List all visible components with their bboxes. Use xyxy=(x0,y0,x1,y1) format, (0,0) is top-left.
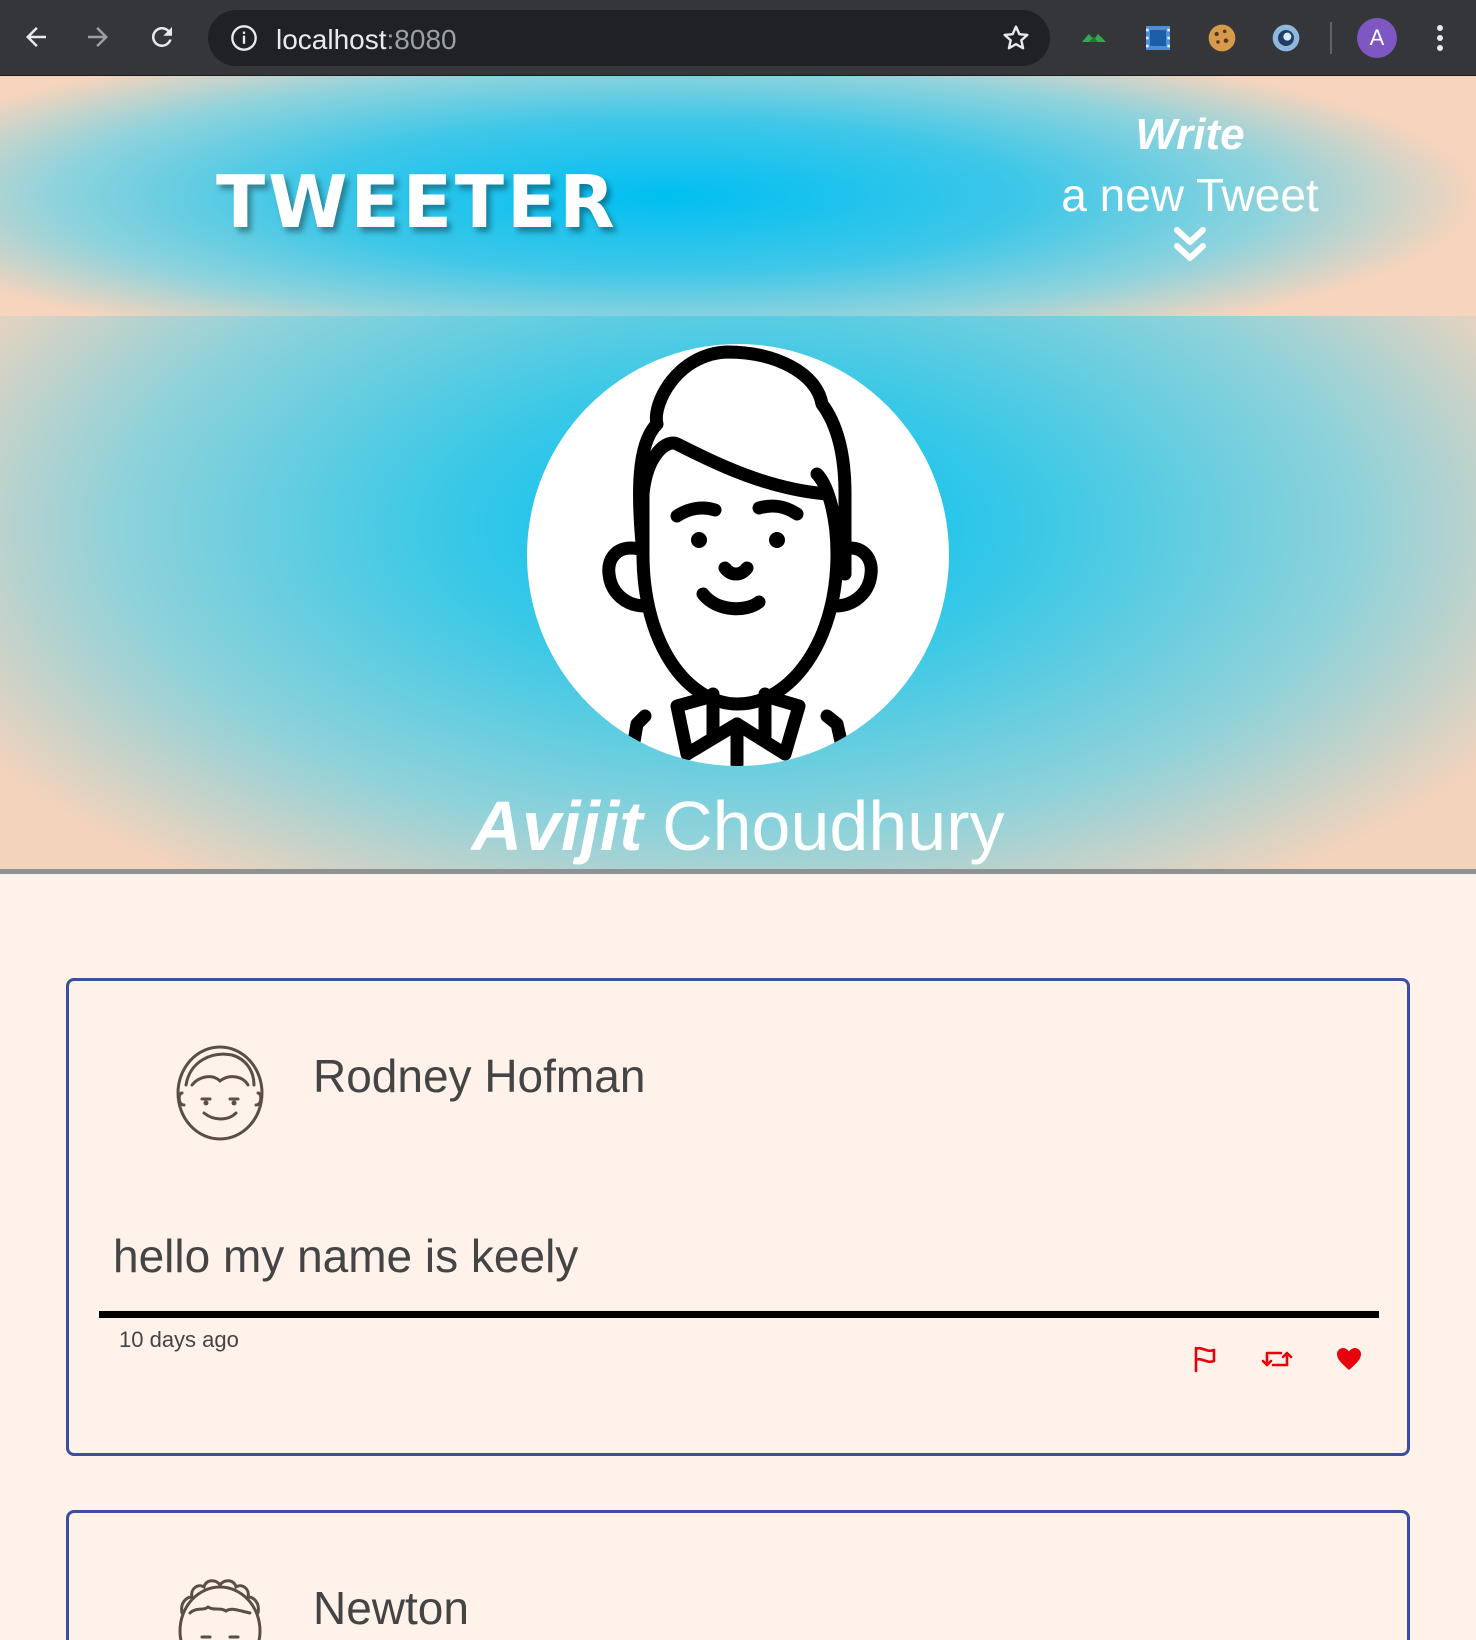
reload-icon xyxy=(151,26,172,47)
curly-hair-face-icon xyxy=(178,1579,262,1640)
tweet-timestamp: 10 days ago xyxy=(119,1327,239,1352)
profile-person-icon xyxy=(602,345,878,766)
flag-icon[interactable] xyxy=(1187,1343,1223,1375)
profile-name: Avijit Choudhury xyxy=(0,786,1476,866)
reload-button[interactable] xyxy=(142,17,182,57)
tweet-author-name: Newton xyxy=(313,1582,469,1634)
profile-avatar xyxy=(527,344,949,766)
tweet-author-name: Rodney Hofman xyxy=(313,1050,646,1102)
tweet-divider xyxy=(99,1311,1379,1318)
double-chevron-down-icon xyxy=(1174,227,1206,261)
compose-write-label: Write xyxy=(1135,110,1245,159)
bookmark-star-icon[interactable] xyxy=(1000,22,1032,59)
heart-icon[interactable] xyxy=(1331,1343,1367,1375)
url-text: localhost:8080 xyxy=(276,24,457,56)
tweet-card: Rodney Hofman hello my name is keely 10 … xyxy=(66,978,1410,1456)
user-face-icon xyxy=(176,1045,264,1141)
profile-avatar-button[interactable]: A xyxy=(1357,18,1397,58)
profile-last-name: Choudhury xyxy=(662,787,1005,865)
site-info-icon[interactable] xyxy=(230,24,258,57)
tweet-actions xyxy=(1187,1343,1367,1375)
forward-arrow-icon xyxy=(88,27,108,47)
film-extension-icon[interactable] xyxy=(1140,20,1176,56)
site-logo[interactable]: TWEETER xyxy=(216,160,618,244)
tweet-card: Newton xyxy=(66,1510,1410,1640)
top-nav: TWEETER Write a new Tweet xyxy=(0,76,1476,316)
profile-header: Avijit Choudhury xyxy=(0,316,1476,874)
retweet-icon[interactable] xyxy=(1259,1343,1295,1375)
cookie-extension-icon[interactable] xyxy=(1204,20,1240,56)
back-button[interactable] xyxy=(16,17,56,57)
compose-new-label: a new Tweet xyxy=(1061,169,1319,221)
green-extension-icon[interactable] xyxy=(1076,20,1112,56)
url-port: :8080 xyxy=(386,24,457,55)
browser-toolbar: localhost:8080 A xyxy=(0,0,1476,76)
tweet-avatar xyxy=(172,1041,268,1141)
toolbar-separator xyxy=(1330,22,1332,54)
back-arrow-icon xyxy=(26,27,46,47)
compose-toggle[interactable]: Write a new Tweet xyxy=(1040,110,1340,266)
tweet-content: hello my name is keely xyxy=(113,1230,579,1282)
lens-extension-icon[interactable] xyxy=(1268,20,1304,56)
tweet-avatar xyxy=(172,1573,268,1640)
forward-button[interactable] xyxy=(78,17,118,57)
address-bar[interactable]: localhost:8080 xyxy=(208,10,1050,66)
profile-first-name: Avijit xyxy=(471,787,643,865)
kebab-menu-icon[interactable] xyxy=(1430,18,1450,58)
url-host: localhost xyxy=(276,24,387,55)
